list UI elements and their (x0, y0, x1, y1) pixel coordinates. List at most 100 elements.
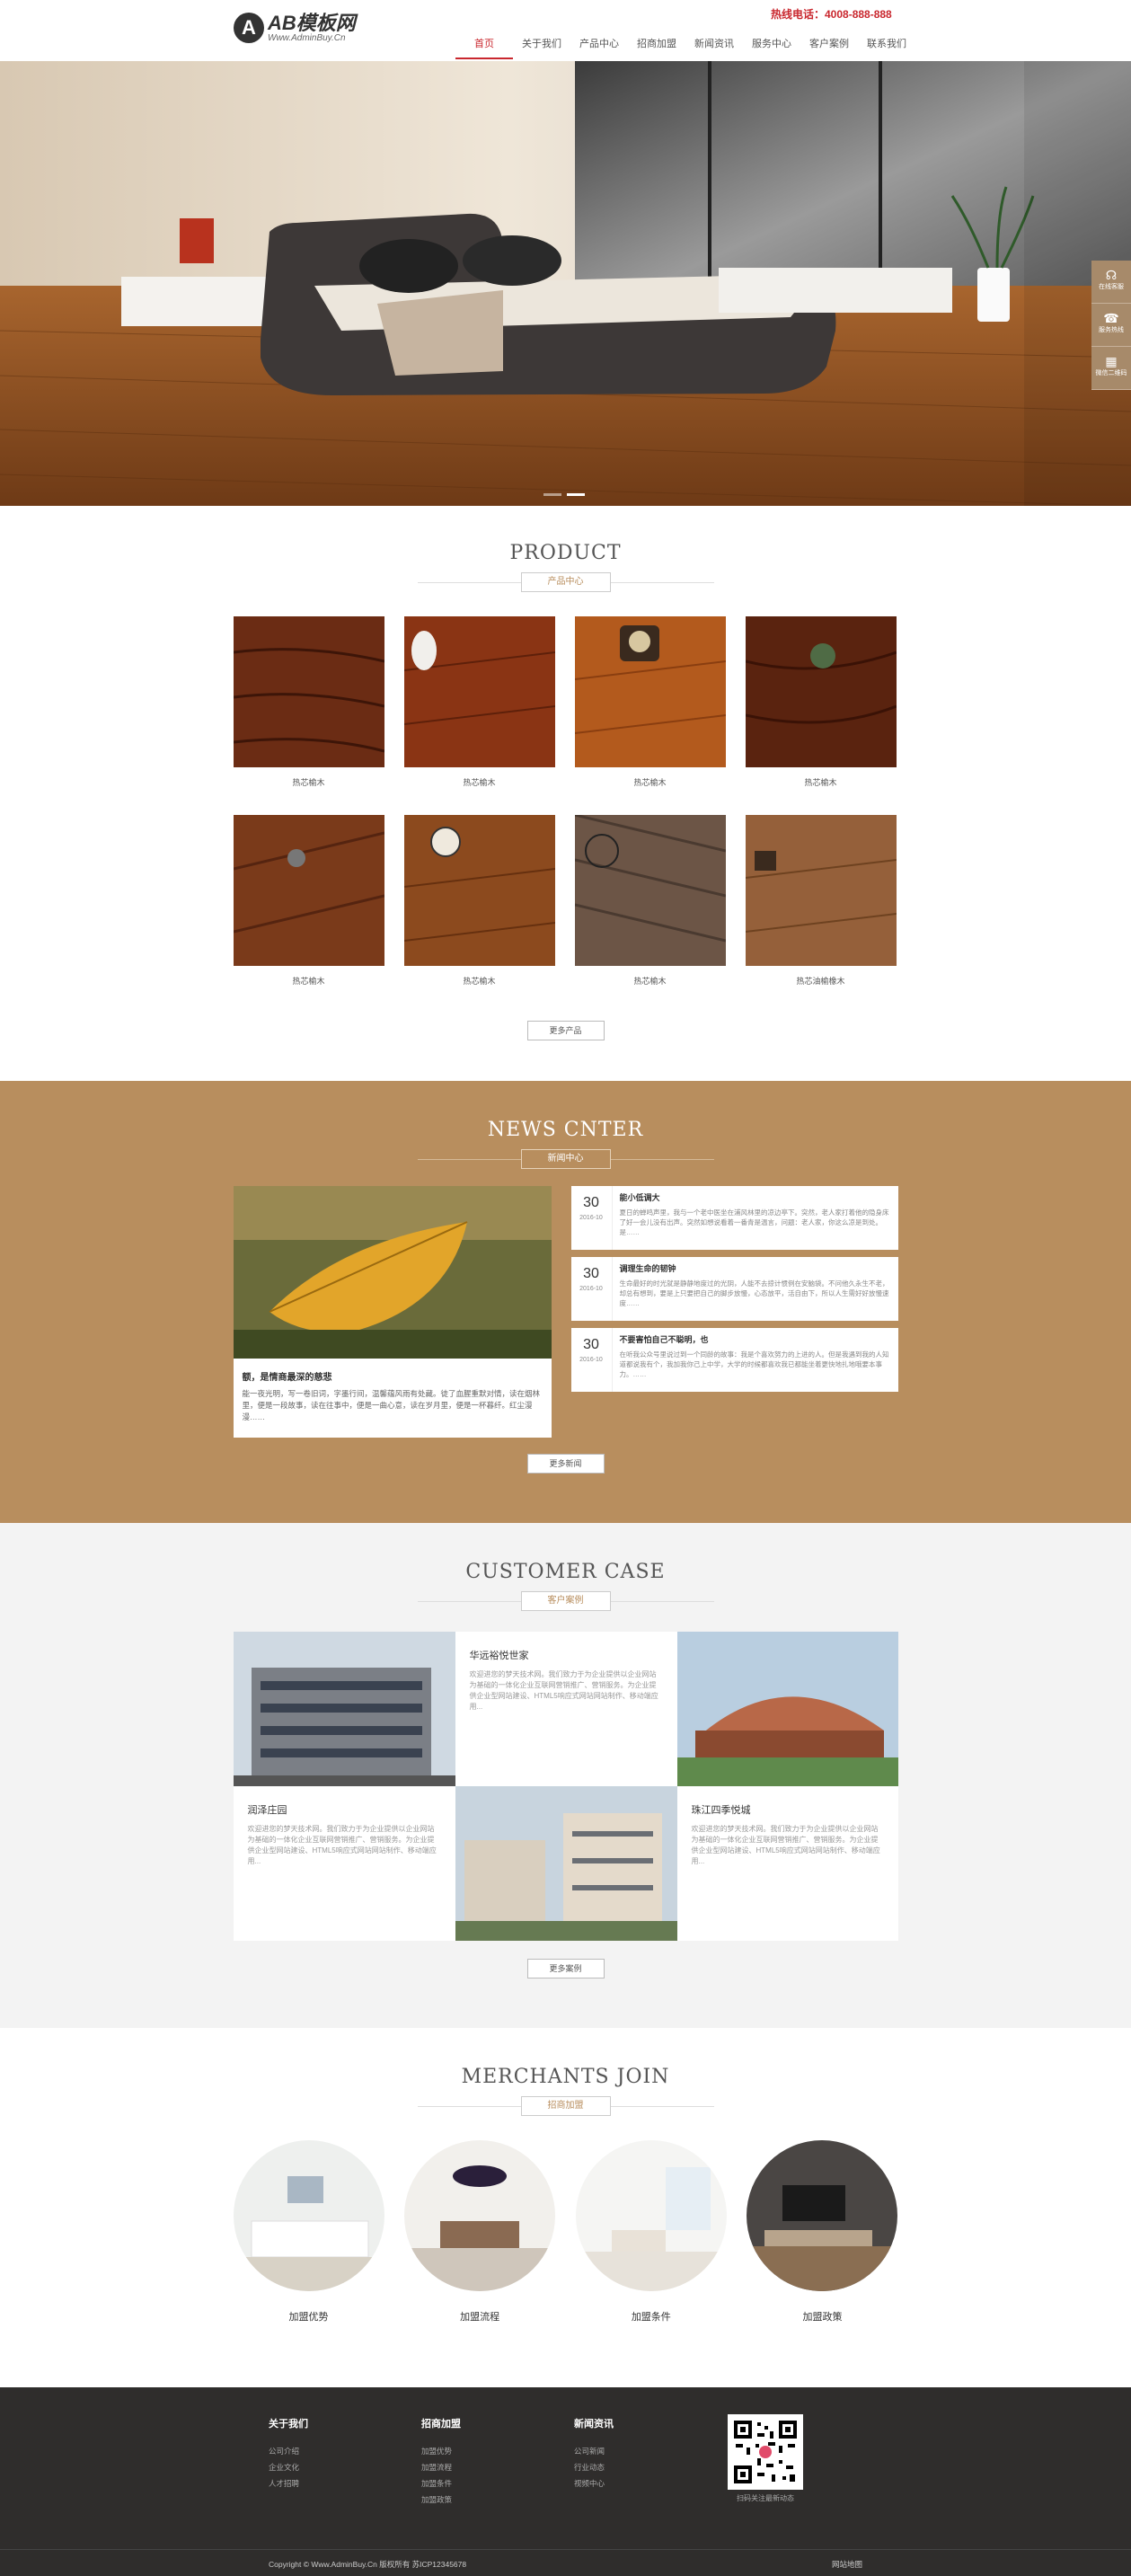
sidebar-wechat-qr[interactable]: ▦ 微信二维码 (1091, 347, 1131, 390)
product-card[interactable]: 热芯榆木 (574, 815, 726, 987)
sidebar-label: 服务热线 (1099, 327, 1124, 333)
featured-news-title[interactable]: 额，是情商最深的慈悲 (234, 1359, 552, 1388)
join-item[interactable]: 加盟流程 (404, 2140, 556, 2324)
join-image[interactable] (575, 2140, 727, 2291)
nav-cases[interactable]: 客户案例 (800, 36, 858, 59)
phone-icon: ☎ (1103, 311, 1119, 325)
case-card[interactable]: 华远裕悦世家 欢迎进您的梦天技术网。我们致力于为企业提供以企业网站为基础的一体化… (455, 1632, 677, 1786)
join-caption: 加盟优势 (288, 2312, 329, 2323)
footer-link[interactable]: 行业动态 (574, 2459, 727, 2475)
qrcode-caption: 扫码关注最新动态 (737, 2494, 794, 2502)
case-card[interactable]: 润泽庄园 欢迎进您的梦天技术网。我们致力于为企业提供以企业网站为基础的一体化企业… (233, 1786, 455, 1941)
footer-link[interactable]: 视频中心 (574, 2475, 727, 2492)
product-card[interactable]: 热芯油榆橡木 (745, 815, 897, 987)
case-title-text[interactable]: 华远裕悦世家 (470, 1648, 663, 1662)
join-caption: 加盟条件 (631, 2312, 671, 2323)
case-title-text[interactable]: 润泽庄园 (248, 1802, 441, 1817)
join-item[interactable]: 加盟条件 (575, 2140, 727, 2324)
case-desc: 欢迎进您的梦天技术网。我们致力于为企业提供以企业网站为基础的一体化企业互联网营销… (469, 1670, 658, 1711)
case-title-text[interactable]: 珠江四季悦城 (692, 1802, 884, 1817)
headset-icon: ☊ (1105, 268, 1118, 282)
product-image[interactable] (233, 616, 384, 767)
nav-products[interactable]: 产品中心 (570, 36, 628, 59)
product-image[interactable] (403, 815, 555, 966)
logo[interactable]: A AB模板网 Www.AdminBuy.Cn (234, 13, 356, 43)
news-item[interactable]: 30 2016-10 能小低调大 夏日的蝉鸣声里，我与一个老中医坐在浦风林里的凉边亭… (570, 1186, 898, 1250)
more-products-button[interactable]: 更多产品 (526, 1021, 605, 1040)
footer-link[interactable]: 企业文化 (269, 2459, 421, 2475)
news-item-title[interactable]: 不要害怕自己不聪明，也 (620, 1333, 891, 1345)
footer-col-about: 关于我们 公司介绍 企业文化 人才招聘 (269, 2416, 421, 2508)
nav-about[interactable]: 关于我们 (513, 36, 570, 59)
join-caption: 加盟流程 (460, 2312, 500, 2323)
join-title: MERCHANTS JOIN (461, 2066, 670, 2088)
footer-link[interactable]: 加盟条件 (421, 2475, 574, 2492)
product-image[interactable] (745, 616, 897, 767)
case-image[interactable] (676, 1632, 898, 1786)
more-cases-button[interactable]: 更多案例 (526, 1959, 605, 1978)
product-image[interactable] (745, 815, 897, 966)
product-card[interactable]: 热芯榆木 (233, 815, 384, 987)
footer-link[interactable]: 公司介绍 (269, 2443, 421, 2459)
hotline: 热线电话：4008-888-888 (771, 8, 892, 21)
product-caption: 热芯榆木 (463, 977, 496, 986)
product-image[interactable] (574, 616, 726, 767)
news-item[interactable]: 30 2016-10 调理生命的韧钟 生命最好的时光就是静静地度过的光阴，人能不去掠… (570, 1257, 898, 1321)
news-day: 30 (583, 1195, 599, 1210)
case-subtitle: 客户案例 (520, 1591, 611, 1611)
nav-service[interactable]: 服务中心 (743, 36, 800, 59)
product-card[interactable]: 热芯榆木 (574, 616, 726, 788)
nav-franchise[interactable]: 招商加盟 (628, 36, 685, 59)
qrcode-icon: ▦ (1105, 354, 1118, 368)
featured-news-image[interactable] (233, 1186, 552, 1359)
product-title: PRODUCT (509, 542, 622, 564)
main-nav: 首页 关于我们 产品中心 招商加盟 新闻资讯 服务中心 客户案例 联系我们 (455, 36, 915, 59)
sidebar-online-service[interactable]: ☊ 在线客服 (1091, 261, 1131, 304)
product-card[interactable]: 热芯榆木 (403, 616, 555, 788)
slider-dot-active[interactable] (567, 493, 585, 496)
nav-home[interactable]: 首页 (455, 36, 513, 59)
join-section: MERCHANTS JOIN 招商加盟 加盟优势 加盟流程 加盟条件 加盟政策 (0, 2028, 1131, 2387)
product-caption: 热芯榆木 (633, 977, 667, 986)
news-item-title[interactable]: 能小低调大 (620, 1191, 891, 1203)
more-news-button[interactable]: 更多新闻 (526, 1454, 605, 1474)
footer-link[interactable]: 加盟政策 (421, 2492, 574, 2508)
nav-contact[interactable]: 联系我们 (858, 36, 915, 59)
product-image[interactable] (233, 815, 384, 966)
news-item[interactable]: 30 2016-10 不要害怕自己不聪明，也 在听我公众号里说过到一个同龄的故事：我… (570, 1328, 898, 1392)
join-grid: 加盟优势 加盟流程 加盟条件 加盟政策 (233, 2140, 898, 2324)
news-day: 30 (583, 1337, 599, 1352)
sitemap-link[interactable]: 网站地图 (832, 2559, 862, 2570)
product-card[interactable]: 热芯榆木 (745, 616, 897, 788)
footer-bottom: Copyright © Www.AdminBuy.Cn 版权所有 苏ICP123… (0, 2549, 1131, 2569)
product-caption: 热芯榆木 (633, 778, 667, 787)
case-desc: 欢迎进您的梦天技术网。我们致力于为企业提供以企业网站为基础的一体化企业互联网营销… (691, 1825, 880, 1865)
product-image[interactable] (403, 616, 555, 767)
case-image[interactable] (233, 1632, 455, 1786)
join-image[interactable] (747, 2140, 898, 2291)
join-item[interactable]: 加盟政策 (747, 2140, 898, 2324)
site-header: A AB模板网 Www.AdminBuy.Cn 热线电话：4008-888-88… (0, 0, 1131, 61)
footer-link[interactable]: 人才招聘 (269, 2475, 421, 2492)
news-item-title[interactable]: 调理生命的韧钟 (620, 1262, 891, 1274)
product-card[interactable]: 热芯榆木 (233, 616, 384, 788)
join-caption: 加盟政策 (802, 2312, 843, 2323)
case-card[interactable]: 珠江四季悦城 欢迎进您的梦天技术网。我们致力于为企业提供以企业网站为基础的一体化… (676, 1786, 898, 1941)
featured-news[interactable]: 额，是情商最深的慈悲 能一夜光明，写一卷旧词，字墨行间，温馨蕴风雨有处藏。徒了血… (233, 1186, 552, 1438)
footer-link[interactable]: 加盟流程 (421, 2459, 574, 2475)
nav-news[interactable]: 新闻资讯 (685, 36, 743, 59)
product-image[interactable] (574, 815, 726, 966)
sidebar-hotline[interactable]: ☎ 服务热线 (1091, 304, 1131, 347)
footer-link[interactable]: 加盟优势 (421, 2443, 574, 2459)
footer-link[interactable]: 公司新闻 (574, 2443, 727, 2459)
join-image[interactable] (233, 2140, 384, 2291)
join-image[interactable] (404, 2140, 556, 2291)
qrcode-icon (728, 2414, 803, 2490)
product-section: PRODUCT 产品中心 热芯榆木 热芯榆木 热芯榆木 热芯榆木 热芯榆木 热芯… (0, 506, 1131, 1081)
slider-dot[interactable] (543, 493, 561, 496)
case-image[interactable] (455, 1786, 677, 1941)
product-card[interactable]: 热芯榆木 (403, 815, 555, 987)
copyright: Copyright © Www.AdminBuy.Cn 版权所有 苏ICP123… (269, 2560, 467, 2569)
join-item[interactable]: 加盟优势 (233, 2140, 384, 2324)
news-date: 2016-10 (579, 1357, 603, 1363)
